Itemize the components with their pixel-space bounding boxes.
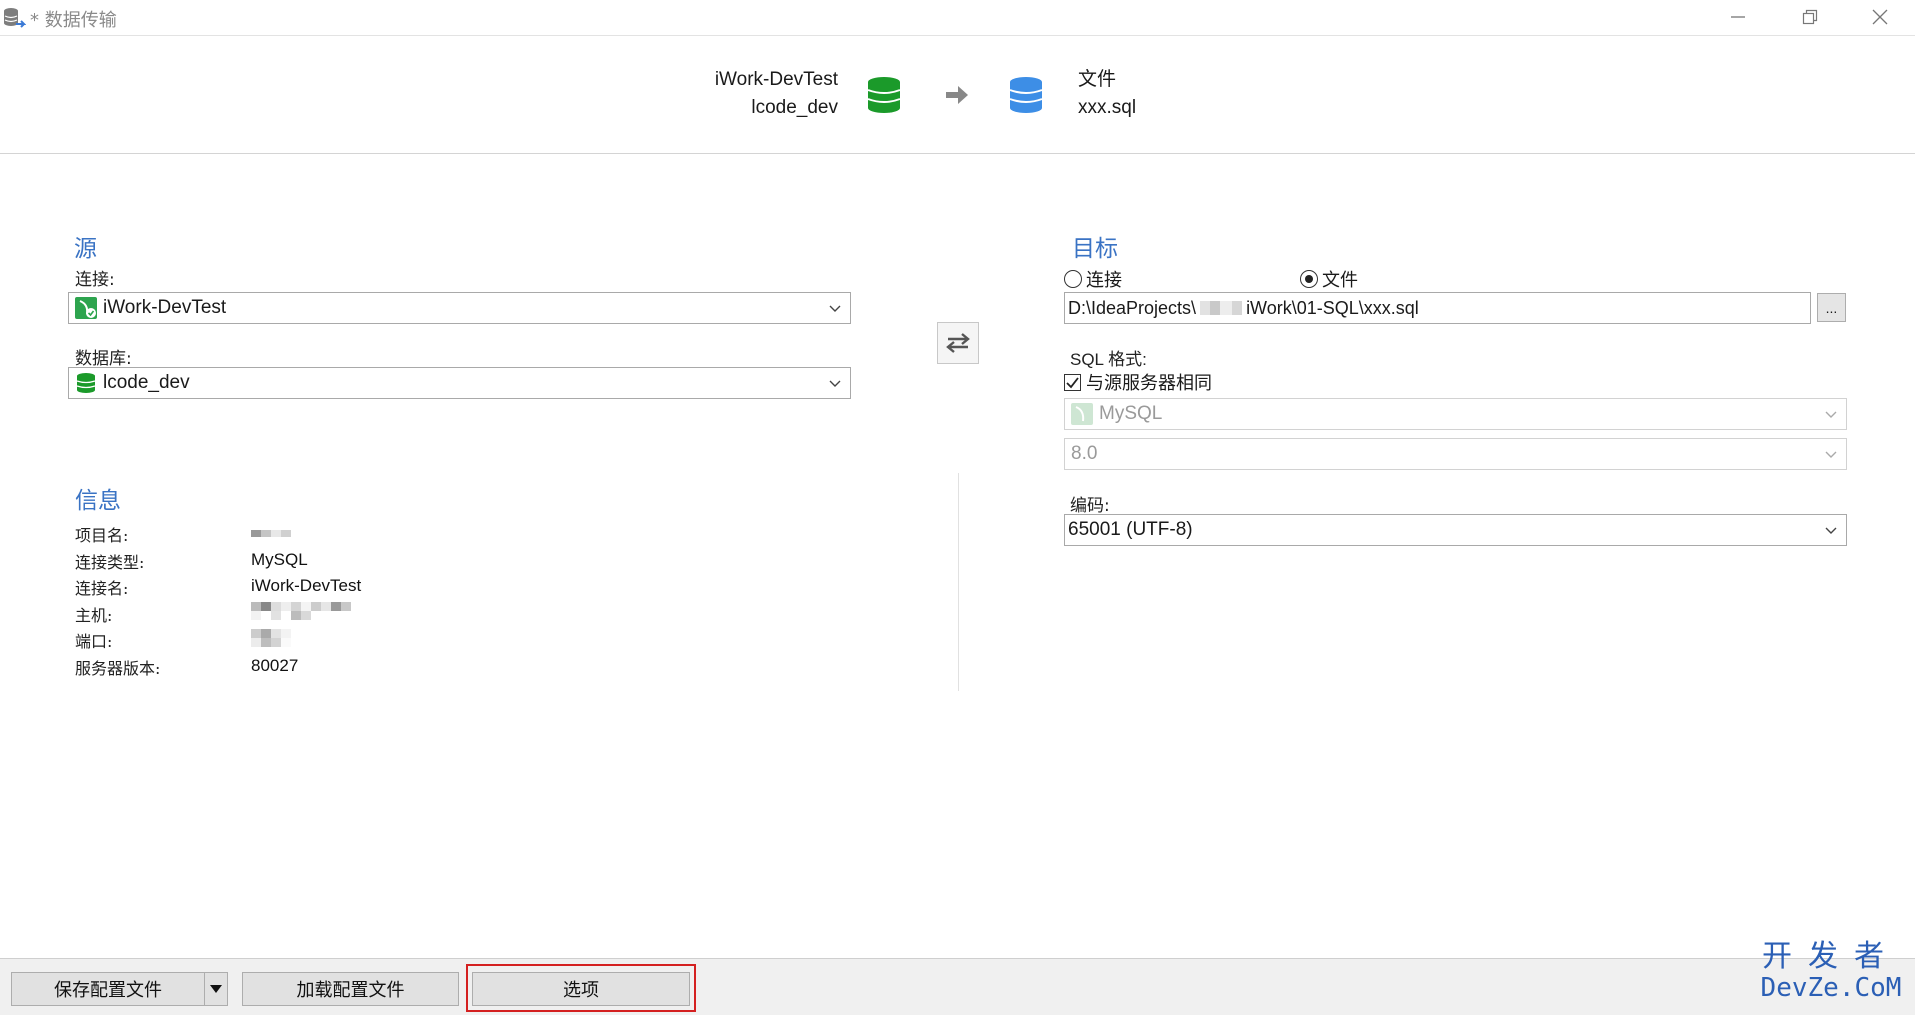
target-path-prefix: D:\IdeaProjects\: [1068, 297, 1197, 318]
source-database-select[interactable]: lcode_dev: [68, 367, 851, 399]
info-value-server-version: 80027: [251, 656, 299, 675]
target-file-icon: [1009, 77, 1043, 113]
save-profile-button[interactable]: 保存配置文件: [11, 972, 205, 1006]
radio-target-file[interactable]: 文件: [1300, 266, 1358, 292]
encoding-select[interactable]: 65001 (UTF-8): [1064, 514, 1847, 546]
chevron-down-icon: [829, 305, 841, 312]
swap-button[interactable]: [937, 322, 979, 364]
radio-connection-label: 连接: [1086, 270, 1122, 291]
radio-circle-selected: [1300, 270, 1318, 288]
load-profile-button[interactable]: 加载配置文件: [242, 972, 459, 1006]
encoding-label: 编码:: [1070, 496, 1110, 516]
banner-source-database: lcode_dev: [751, 97, 838, 118]
mysql-icon: [1071, 403, 1093, 425]
info-value-conn-type: MySQL: [251, 550, 308, 569]
target-heading: 目标: [1072, 236, 1118, 262]
window-title: * 数据传输: [30, 10, 117, 31]
redacted-project: [251, 530, 291, 537]
database-icon: [76, 373, 96, 393]
target-path-input[interactable]: D:\IdeaProjects\ iWork\01-SQL\xxx.sql: [1064, 292, 1811, 324]
banner-source-connection: iWork-DevTest: [714, 69, 838, 90]
info-label-host: 主机:: [75, 606, 113, 625]
banner-target-type: 文件: [1078, 69, 1117, 90]
database-transfer-icon: [4, 8, 26, 28]
watermark: 开发者 DevZe.CoM: [1756, 939, 1906, 1003]
info-label-project: 项目名:: [75, 526, 129, 545]
restore-icon: [1802, 9, 1818, 25]
redacted-text: [1200, 301, 1243, 315]
redacted-host: [251, 602, 351, 620]
sql-format-label: SQL 格式:: [1070, 350, 1147, 369]
minimize-button[interactable]: [1708, 0, 1768, 34]
source-connection-value: iWork-DevTest: [103, 297, 227, 318]
radio-file-label: 文件: [1322, 270, 1358, 291]
radio-target-connection[interactable]: 连接: [1064, 266, 1122, 292]
chevron-down-icon: [1825, 527, 1837, 534]
server-version-select[interactable]: 8.0: [1064, 438, 1847, 470]
save-profile-dropdown[interactable]: [204, 972, 228, 1006]
title-bar: * 数据传输: [0, 0, 1915, 36]
divider: [958, 473, 959, 691]
source-database-value: lcode_dev: [103, 372, 190, 393]
banner-target-file: xxx.sql: [1078, 97, 1137, 118]
source-connection-select[interactable]: iWork-DevTest: [68, 292, 851, 324]
close-button[interactable]: [1850, 0, 1910, 34]
watermark-line1: 开发者: [1762, 939, 1900, 974]
highlight-box: [466, 964, 696, 1012]
radio-circle: [1064, 270, 1082, 288]
info-label-server-version: 服务器版本:: [75, 659, 161, 678]
chevron-down-icon: [1825, 411, 1837, 418]
server-type-select[interactable]: MySQL: [1064, 398, 1847, 430]
chevron-down-icon: [1825, 451, 1837, 458]
server-version-value: 8.0: [1071, 443, 1098, 464]
minimize-icon: [1731, 16, 1745, 18]
same-as-source-label: 与源服务器相同: [1086, 373, 1212, 394]
target-path-suffix: iWork\01-SQL\xxx.sql: [1246, 297, 1419, 318]
source-database-label: 数据库:: [75, 349, 132, 369]
chevron-down-icon: [829, 380, 841, 387]
watermark-line2: DevZe.CoM: [1760, 973, 1902, 1003]
checkbox-box: [1064, 373, 1081, 391]
caret-down-icon: [210, 985, 222, 993]
source-connection-label: 连接:: [75, 270, 115, 290]
info-value-conn-name: iWork-DevTest: [251, 576, 362, 595]
info-heading: 信息: [75, 488, 121, 514]
redacted-port: [251, 629, 291, 647]
source-database-icon: [867, 77, 901, 113]
browse-button[interactable]: ...: [1817, 293, 1846, 322]
swap-icon: [946, 333, 970, 353]
same-as-source-checkbox[interactable]: 与源服务器相同: [1064, 369, 1212, 395]
info-label-conn-name: 连接名:: [75, 579, 129, 598]
info-label-conn-type: 连接类型:: [75, 553, 145, 572]
server-type-value: MySQL: [1099, 403, 1163, 424]
close-icon: [1872, 9, 1888, 25]
data-transfer-window: * 数据传输 iWork-DevTest lcode_dev 文件 xxx.sq…: [0, 0, 1915, 1015]
transfer-banner: iWork-DevTest lcode_dev 文件 xxx.sql: [0, 36, 1915, 154]
restore-button[interactable]: [1780, 0, 1840, 34]
encoding-value: 65001 (UTF-8): [1068, 519, 1193, 540]
banner-target: 文件 xxx.sql: [1078, 66, 1136, 122]
info-label-port: 端口:: [75, 632, 113, 651]
source-heading: 源: [74, 236, 97, 262]
banner-source: iWork-DevTest lcode_dev: [600, 66, 838, 122]
mysql-connection-icon: [75, 297, 97, 319]
arrow-right-icon: [946, 86, 968, 104]
